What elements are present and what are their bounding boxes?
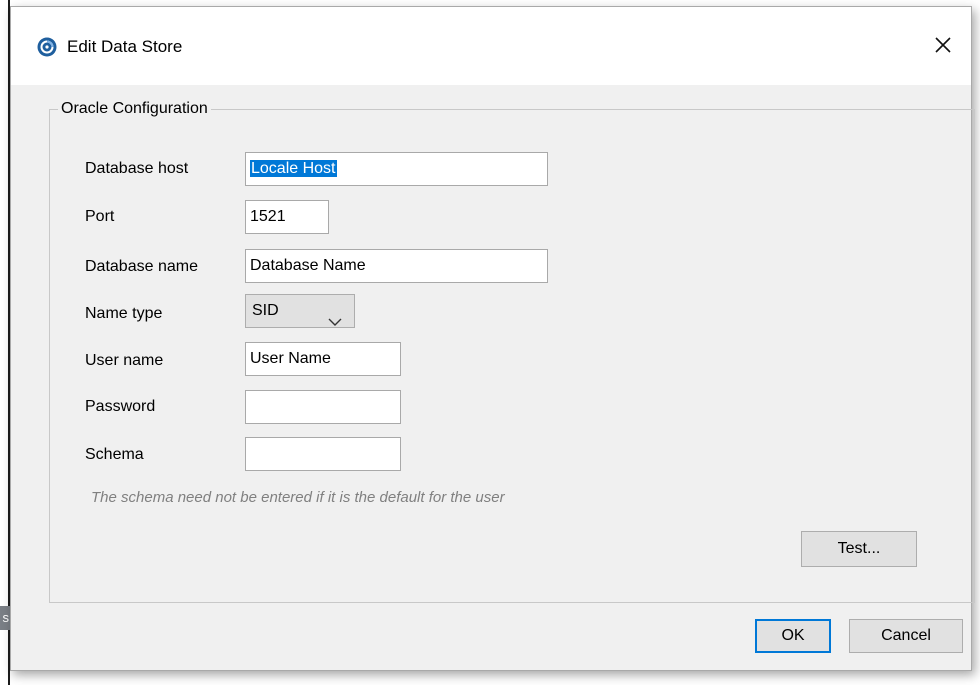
user-name-input[interactable]: User Name	[245, 342, 401, 376]
database-host-input[interactable]: Locale Host	[245, 152, 548, 186]
database-host-label: Database host	[85, 160, 189, 177]
schema-hint: The schema need not be entered if it is …	[91, 489, 505, 506]
schema-input[interactable]	[245, 437, 401, 471]
schema-label: Schema	[85, 446, 144, 463]
chevron-down-icon	[328, 307, 342, 339]
port-label: Port	[85, 208, 115, 225]
selected-text: Locale Host	[250, 160, 337, 177]
edit-data-store-dialog: Edit Data Store Oracle Configuration Dat…	[10, 6, 975, 671]
port-input[interactable]: 1521	[245, 200, 329, 234]
test-button[interactable]: Test...	[801, 531, 917, 567]
title-bar: Edit Data Store	[11, 7, 971, 85]
close-icon	[934, 36, 952, 59]
database-name-label: Database name	[85, 258, 198, 275]
name-type-value: SID	[252, 302, 279, 319]
password-label: Password	[85, 398, 156, 415]
name-type-label: Name type	[85, 305, 163, 322]
cancel-button[interactable]: Cancel	[849, 619, 963, 653]
ok-button[interactable]: OK	[755, 619, 831, 653]
name-type-select[interactable]: SID	[245, 294, 355, 328]
close-button[interactable]	[925, 29, 961, 65]
database-name-input[interactable]: Database Name	[245, 249, 548, 283]
datastore-app-icon	[37, 37, 57, 57]
background-fragment: s	[0, 606, 10, 630]
dialog-title: Edit Data Store	[67, 37, 183, 56]
group-label: Oracle Configuration	[58, 99, 211, 119]
password-input[interactable]	[245, 390, 401, 424]
user-name-label: User name	[85, 352, 164, 369]
background-window-edge-left	[0, 0, 10, 685]
